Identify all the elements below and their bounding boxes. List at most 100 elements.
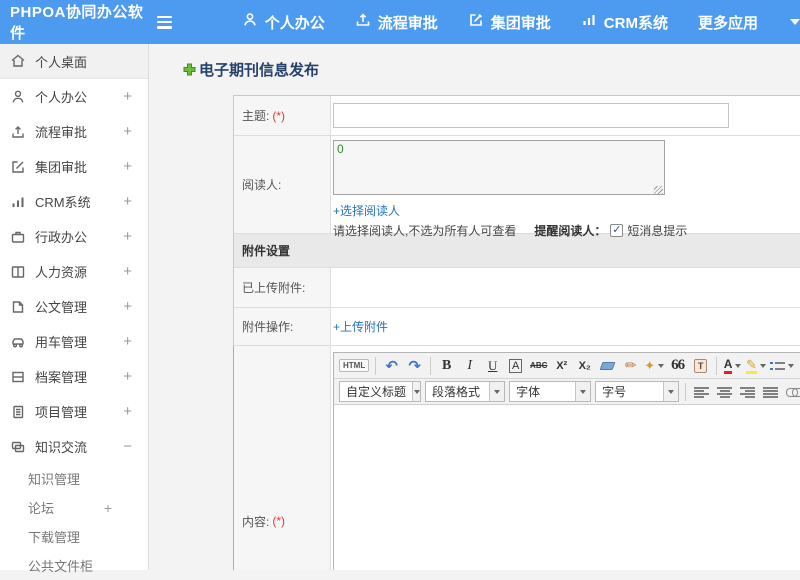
expand-icon[interactable]: + — [123, 298, 132, 315]
upload-attachment-link[interactable]: +上传附件 — [333, 318, 388, 335]
expand-icon[interactable]: + — [123, 123, 132, 140]
toolbar-separator — [430, 357, 431, 375]
select-arrow — [575, 382, 590, 401]
nav-label: 流程审批 — [378, 12, 438, 33]
nav-group-approval[interactable]: 集团审批 — [468, 12, 551, 33]
expand-icon[interactable]: + — [123, 158, 132, 175]
sidebar-item-admin-office[interactable]: 行政办公 + — [0, 219, 148, 254]
required-mark: (*) — [272, 514, 285, 528]
expand-icon[interactable]: + — [123, 88, 132, 105]
nav-crm-system[interactable]: CRM系统 — [581, 12, 668, 33]
sidebar-item-vehicle-mgmt[interactable]: 用车管理 + — [0, 324, 148, 359]
subject-label: 主题:(*) — [234, 96, 331, 135]
blockquote-button[interactable]: 66 — [667, 355, 688, 376]
publish-form: 主题:(*) 阅读人: 0 +选择阅读人 请选择阅读人,不选为所有人可查看 提醒… — [233, 95, 800, 570]
sidebar-item-hr[interactable]: 人力资源 + — [0, 254, 148, 289]
align-center-button[interactable] — [714, 381, 735, 402]
sidebar-item-workflow-approval[interactable]: 流程审批 + — [0, 114, 148, 149]
sidebar-item-group-approval[interactable]: 集团审批 + — [0, 149, 148, 184]
sidebar-subitem-forum[interactable]: 论坛 + — [0, 493, 148, 522]
expand-icon[interactable]: + — [123, 333, 132, 350]
archive-icon — [10, 369, 26, 385]
highlight-color-button[interactable]: ✎ — [745, 355, 767, 376]
ordered-list-icon — [770, 360, 785, 372]
nav-label: 集团审批 — [491, 12, 551, 33]
strikethrough-button[interactable]: ABC — [528, 355, 549, 376]
expand-icon[interactable]: + — [123, 193, 132, 210]
font-border-button[interactable]: A — [505, 355, 526, 376]
ordered-list-button[interactable] — [769, 355, 795, 376]
app-header: PHPOA协同办公软件 个人办公 流程审批 集团审批 CRM系统 更多应用 — [0, 0, 800, 44]
select-arrow — [489, 382, 504, 401]
underline-button[interactable]: U — [482, 355, 503, 376]
subject-input[interactable] — [333, 103, 729, 128]
rich-text-editor: HTML ↶ ↷ B I U A ABC X² X₂ ✏ — [333, 352, 800, 570]
bold-button[interactable]: B — [436, 355, 457, 376]
superscript-button[interactable]: X² — [551, 355, 572, 376]
align-right-button[interactable] — [737, 381, 758, 402]
font-color-button[interactable]: A — [722, 355, 743, 376]
collapse-icon[interactable]: − — [123, 438, 132, 455]
subscript-button[interactable]: X₂ — [574, 355, 595, 376]
eraser-button[interactable] — [597, 355, 618, 376]
sidebar-item-personal-office[interactable]: 个人办公 + — [0, 79, 148, 114]
caret-down-icon — [788, 364, 794, 368]
sidebar-subitem-download-mgmt[interactable]: 下载管理 — [0, 522, 148, 551]
format-brush-button[interactable]: ✏ — [620, 355, 641, 376]
redo-button[interactable]: ↷ — [404, 355, 425, 376]
nav-personal-office[interactable]: 个人办公 — [242, 12, 325, 33]
expand-icon[interactable]: + — [123, 403, 132, 420]
uploaded-attachments-label: 已上传附件: — [234, 268, 331, 307]
undo-button[interactable]: ↶ — [381, 355, 402, 376]
readers-textarea[interactable]: 0 — [333, 140, 665, 195]
select-arrow — [412, 382, 420, 401]
insert-link-button[interactable] — [783, 381, 800, 402]
paste-as-text-button[interactable]: T — [690, 355, 711, 376]
align-right-icon — [740, 386, 755, 398]
sidebar-subitem-knowledge-mgmt[interactable]: 知识管理 — [0, 464, 148, 493]
align-justify-icon — [763, 386, 778, 398]
sidebar-item-knowledge-exchange[interactable]: 知识交流 − — [0, 429, 148, 464]
main-content: 电子期刊信息发布 主题:(*) 阅读人: 0 +选择阅读人 — [150, 44, 800, 570]
sms-remind-checkbox[interactable] — [610, 224, 623, 237]
html-source-button[interactable]: HTML — [338, 355, 370, 376]
select-readers-link[interactable]: +选择阅读人 — [333, 202, 400, 219]
sidebar-subitem-public-file-cabinet[interactable]: 公共文件柜 — [0, 551, 148, 580]
attachment-section-header: 附件设置 — [234, 234, 800, 268]
font-family-select[interactable]: 字体 — [509, 381, 591, 402]
readers-row: 阅读人: 0 +选择阅读人 请选择阅读人,不选为所有人可查看 提醒阅读人： 短消… — [234, 136, 800, 234]
expand-icon[interactable]: + — [104, 500, 112, 516]
sidebar-item-project-mgmt[interactable]: 项目管理 + — [0, 394, 148, 429]
sidebar-item-crm[interactable]: CRM系统 + — [0, 184, 148, 219]
paragraph-format-select[interactable]: 段落格式 — [425, 381, 505, 402]
expand-icon[interactable]: + — [123, 368, 132, 385]
resize-grip-icon[interactable] — [654, 186, 663, 195]
nav-label: 个人办公 — [265, 12, 325, 33]
sidebar-item-desktop[interactable]: 个人桌面 — [0, 44, 148, 79]
sidebar-item-document-mgmt[interactable]: 公文管理 + — [0, 289, 148, 324]
expand-icon[interactable]: + — [123, 263, 132, 280]
bar-chart-icon — [10, 194, 26, 210]
link-icon — [786, 388, 800, 396]
expand-icon[interactable]: + — [123, 228, 132, 245]
auto-typeset-button[interactable]: ✦ — [643, 355, 665, 376]
toolbar-separator — [375, 357, 376, 375]
caret-down-icon — [760, 364, 766, 368]
book-icon — [10, 264, 26, 280]
menu-toggle-icon[interactable] — [157, 16, 171, 29]
nav-more-apps[interactable]: 更多应用 — [698, 12, 758, 33]
toolbar-separator — [716, 357, 717, 375]
nav-label: CRM系统 — [604, 12, 668, 33]
align-justify-button[interactable] — [760, 381, 781, 402]
editor-content-area[interactable] — [334, 405, 800, 570]
align-left-button[interactable] — [691, 381, 712, 402]
font-size-select[interactable]: 字号 — [595, 381, 679, 402]
italic-button[interactable]: I — [459, 355, 480, 376]
nav-workflow-approval[interactable]: 流程审批 — [355, 12, 438, 33]
content-label: 内容:(*) — [234, 346, 331, 570]
sidebar-item-archive-mgmt[interactable]: 档案管理 + — [0, 359, 148, 394]
heading-select[interactable]: 自定义标题 — [339, 381, 421, 402]
toolbar-separator — [685, 383, 686, 401]
editor-toolbar-row2: 自定义标题 段落格式 字体 字号 — [334, 379, 800, 405]
chevron-down-icon[interactable] — [790, 19, 800, 25]
